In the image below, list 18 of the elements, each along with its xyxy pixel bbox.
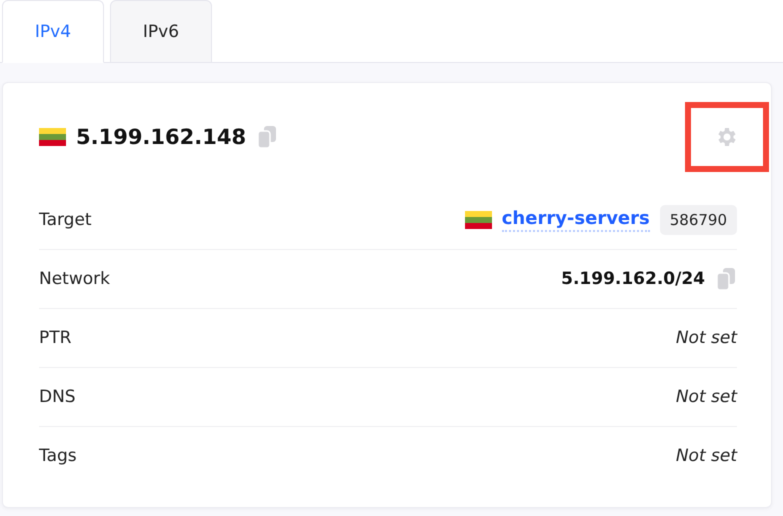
- target-link[interactable]: cherry-servers: [502, 208, 650, 232]
- asn-badge: 586790: [660, 205, 737, 235]
- row-value: Not set: [676, 387, 737, 407]
- copy-icon[interactable]: [256, 125, 278, 149]
- tab[interactable]: IPv6: [110, 0, 212, 63]
- row-value: Not set: [676, 328, 737, 348]
- flag-icon: [464, 211, 492, 229]
- row-label: DNS: [39, 387, 77, 407]
- row-label: Tags: [39, 446, 78, 466]
- row-value: Not set: [676, 446, 737, 466]
- row-label: PTR: [39, 328, 72, 348]
- network-value: 5.199.162.0/24: [561, 269, 705, 289]
- row-label: Target: [39, 210, 93, 230]
- flag-icon: [39, 128, 66, 146]
- row-label: Network: [39, 269, 111, 289]
- tab[interactable]: IPv4: [2, 0, 104, 63]
- ip-address: 5.199.162.148: [76, 125, 246, 149]
- copy-icon[interactable]: [715, 267, 737, 291]
